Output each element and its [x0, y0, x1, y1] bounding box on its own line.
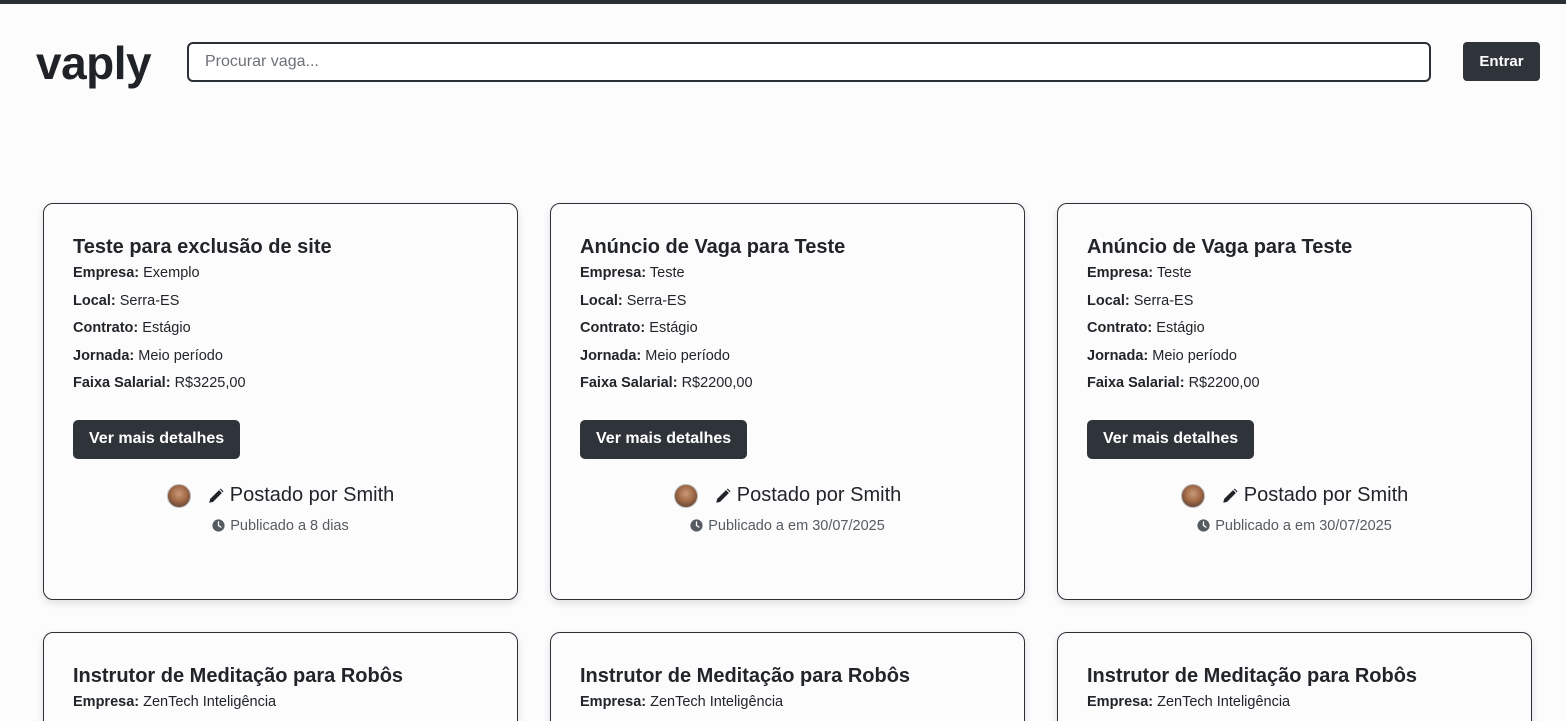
contract-value: Estágio — [1156, 320, 1205, 336]
posted-by-text: Postado por Smith — [736, 484, 902, 506]
schedule-value: Meio período — [645, 347, 730, 364]
login-button[interactable]: Entrar — [1463, 42, 1540, 81]
posted-by: Postado por Smith — [1087, 481, 1502, 511]
job-card: Instrutor de Meditação para Robôs Empres… — [550, 632, 1025, 721]
schedule-value: Meio período — [1152, 347, 1237, 364]
company-field: Empresa: ZenTech Inteligência — [1087, 694, 1291, 710]
job-card: Instrutor de Meditação para Robôs Empres… — [43, 632, 518, 721]
job-card: Instrutor de Meditação para Robôs Empres… — [1057, 632, 1532, 721]
pencil-icon — [1222, 487, 1238, 503]
company-field: Empresa: ZenTech Inteligência — [580, 694, 784, 710]
job-title: Instrutor de Meditação para Robôs — [1087, 665, 1418, 687]
company-value: ZenTech Inteligência — [143, 694, 277, 710]
location-value: Serra-ES — [119, 292, 180, 309]
contract-value: Estágio — [649, 320, 698, 336]
details-button[interactable]: Ver mais detalhes — [1087, 419, 1255, 459]
job-card: Anúncio de Vaga para Teste Empresa: Test… — [1057, 203, 1532, 600]
published-text: Publicado a 8 dias — [230, 517, 349, 534]
company-value: Teste — [1156, 265, 1192, 281]
schedule-field: Jornada: Meio período — [73, 347, 223, 364]
company-value: Teste — [649, 265, 685, 281]
company-field: Empresa: ZenTech Inteligência — [73, 694, 277, 710]
job-title: Anúncio de Vaga para Teste — [580, 236, 846, 258]
posted-by-text: Postado por Smith — [229, 484, 395, 506]
job-title: Instrutor de Meditação para Robôs — [73, 665, 404, 687]
details-button[interactable]: Ver mais detalhes — [73, 419, 241, 459]
location-field: Local: Serra-ES — [73, 292, 180, 309]
location-field: Local: Serra-ES — [1087, 292, 1194, 309]
user-avatar[interactable] — [166, 483, 191, 508]
contract-value: Estágio — [142, 320, 191, 336]
contract-field: Contrato: Estágio — [1087, 320, 1205, 336]
salary-value: R$3225,00 — [174, 375, 246, 391]
location-field: Local: Serra-ES — [580, 292, 687, 309]
logo[interactable]: vaply — [36, 38, 152, 88]
user-avatar[interactable] — [673, 483, 698, 508]
clock-icon — [212, 519, 225, 532]
published-text: Publicado a em 30/07/2025 — [1215, 517, 1392, 534]
job-card: Teste para exclusão de site Empresa: Exe… — [43, 203, 518, 600]
posted-by-text: Postado por Smith — [1243, 484, 1409, 506]
job-card: Anúncio de Vaga para Teste Empresa: Test… — [550, 203, 1025, 600]
clock-icon — [690, 519, 703, 532]
job-title: Instrutor de Meditação para Robôs — [580, 665, 911, 687]
pencil-icon — [208, 487, 224, 503]
published-date: Publicado a 8 dias — [73, 518, 488, 534]
company-field: Empresa: Exemplo — [73, 265, 200, 281]
details-button[interactable]: Ver mais detalhes — [580, 419, 748, 459]
search-input[interactable] — [187, 42, 1431, 82]
pencil-icon — [715, 487, 731, 503]
published-text: Publicado a em 30/07/2025 — [708, 517, 885, 534]
company-field: Empresa: Teste — [580, 265, 685, 281]
published-date: Publicado a em 30/07/2025 — [1087, 518, 1502, 534]
posted-by: Postado por Smith — [580, 481, 995, 511]
salary-field: Faixa Salarial: R$2200,00 — [1087, 375, 1260, 391]
location-value: Serra-ES — [626, 292, 687, 309]
header: vaply Entrar — [0, 4, 1566, 124]
schedule-field: Jornada: Meio período — [1087, 347, 1237, 364]
schedule-value: Meio período — [138, 347, 223, 364]
salary-field: Faixa Salarial: R$2200,00 — [580, 375, 753, 391]
contract-field: Contrato: Estágio — [73, 320, 191, 336]
location-value: Serra-ES — [1133, 292, 1194, 309]
schedule-field: Jornada: Meio período — [580, 347, 730, 364]
job-title: Teste para exclusão de site — [73, 236, 332, 258]
published-date: Publicado a em 30/07/2025 — [580, 518, 995, 534]
salary-value: R$2200,00 — [1188, 375, 1260, 391]
posted-by: Postado por Smith — [73, 481, 488, 511]
company-field: Empresa: Teste — [1087, 265, 1192, 281]
clock-icon — [1197, 519, 1210, 532]
contract-field: Contrato: Estágio — [580, 320, 698, 336]
user-avatar[interactable] — [1180, 483, 1205, 508]
company-value: ZenTech Inteligência — [650, 694, 784, 710]
company-value: Exemplo — [143, 265, 200, 281]
salary-field: Faixa Salarial: R$3225,00 — [73, 375, 246, 391]
salary-value: R$2200,00 — [681, 375, 753, 391]
job-title: Anúncio de Vaga para Teste — [1087, 236, 1353, 258]
company-value: ZenTech Inteligência — [1157, 694, 1291, 710]
